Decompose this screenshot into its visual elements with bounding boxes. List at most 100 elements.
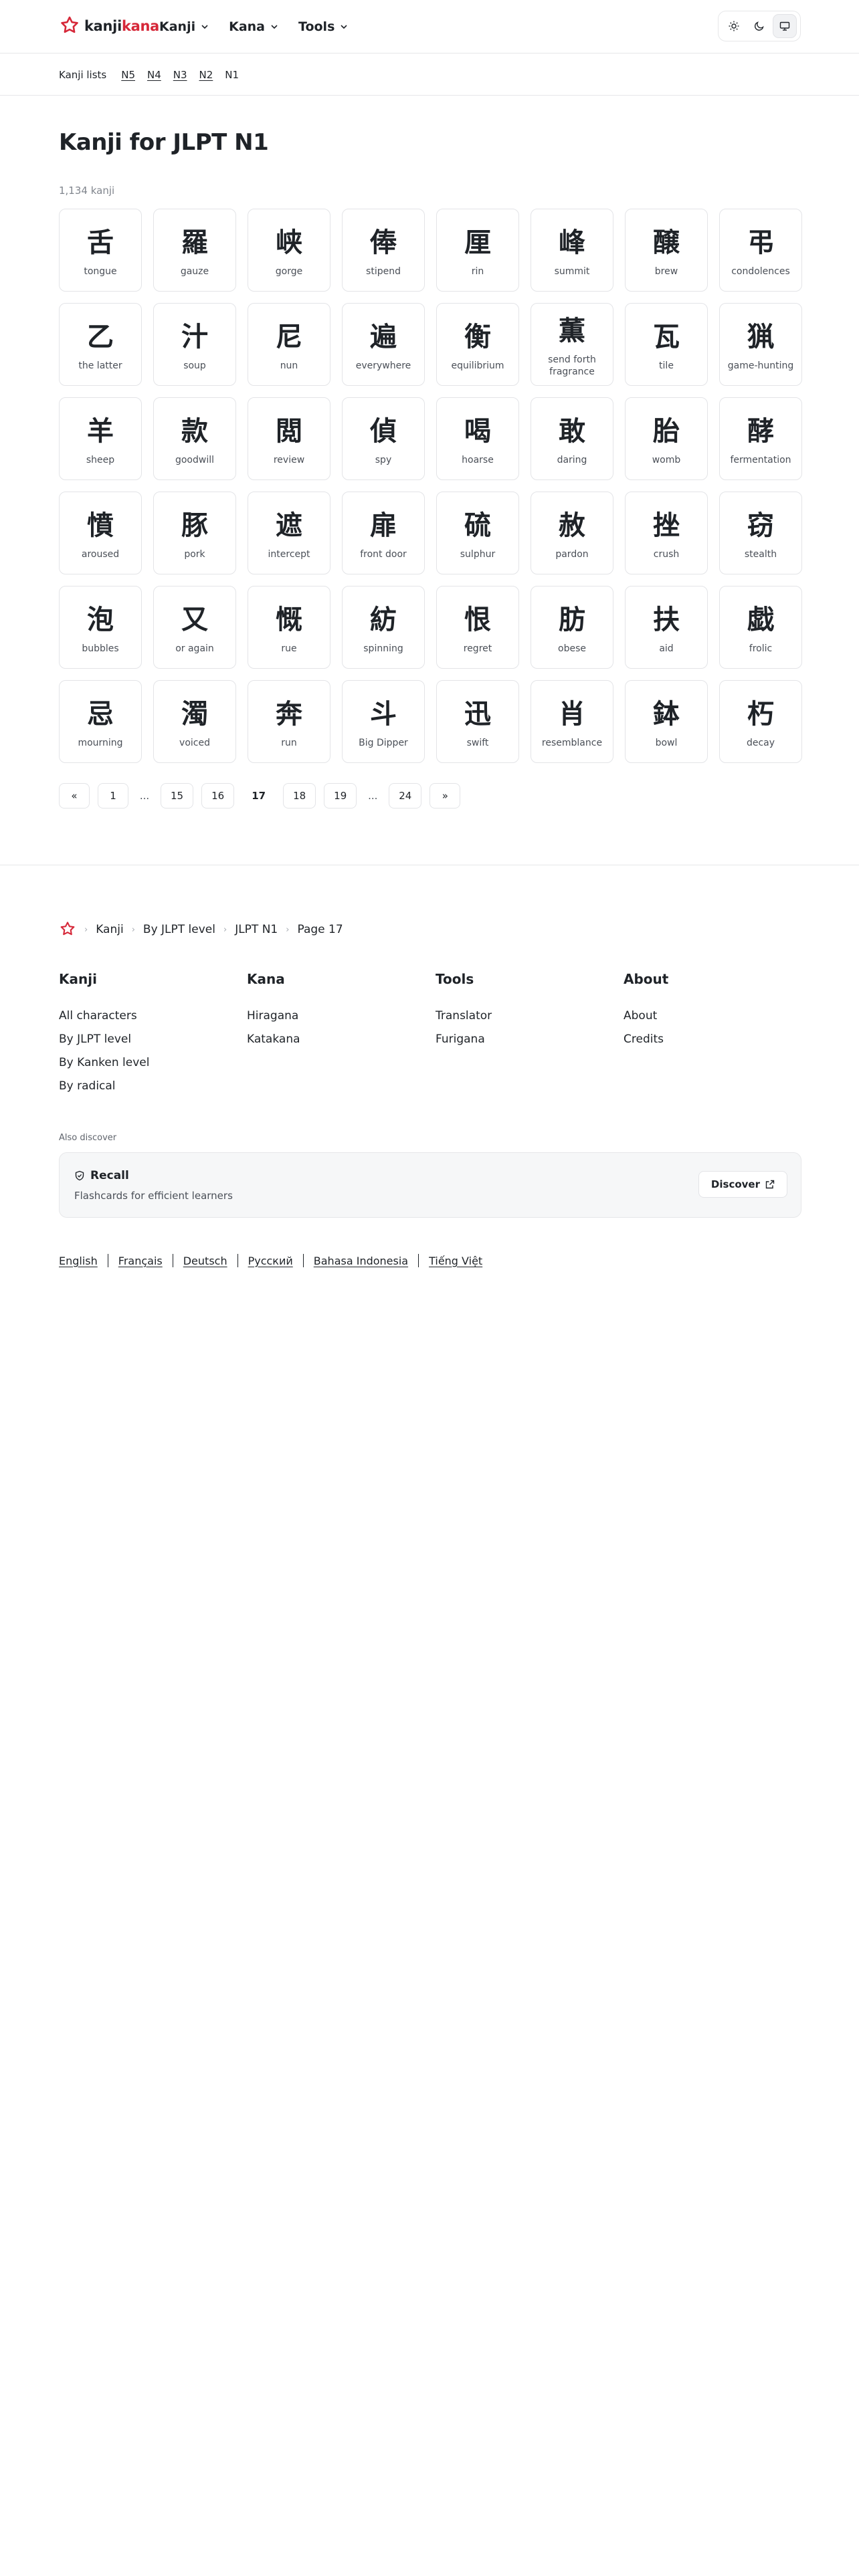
kanji-card[interactable]: 偵 spy	[342, 397, 425, 480]
kanji-card[interactable]: 舌 tongue	[59, 209, 142, 292]
kanji-meaning: pardon	[555, 549, 589, 560]
kanji-meaning: stipend	[366, 266, 401, 277]
kanji-card[interactable]: 赦 pardon	[531, 492, 613, 574]
kanji-card[interactable]: 硫 sulphur	[436, 492, 519, 574]
footer-link-by-kanken-level[interactable]: By Kanken level	[59, 1051, 233, 1075]
kanji-card[interactable]: 扉 front door	[342, 492, 425, 574]
footer-link-about[interactable]: About	[624, 1004, 797, 1028]
kanji-card[interactable]: 乙 the latter	[59, 303, 142, 386]
kanji-card[interactable]: 紡 spinning	[342, 586, 425, 669]
kanji-card[interactable]: 忌 mourning	[59, 680, 142, 763]
kanji-card[interactable]: 豚 pork	[153, 492, 236, 574]
footer-link-furigana[interactable]: Furigana	[436, 1028, 609, 1051]
kanji-card[interactable]: 泡 bubbles	[59, 586, 142, 669]
breadcrumb-kanji[interactable]: Kanji	[96, 923, 124, 936]
level-link-n4[interactable]: N4	[147, 69, 161, 81]
footer-link-by-jlpt-level[interactable]: By JLPT level	[59, 1028, 233, 1051]
theme-system-button[interactable]	[773, 14, 797, 38]
kanji-card[interactable]: 肖 resemblance	[531, 680, 613, 763]
chevron-down-icon	[271, 25, 278, 29]
kanji-card[interactable]: 奔 run	[248, 680, 330, 763]
pagination-page-18[interactable]: 18	[283, 783, 316, 809]
kanji-card[interactable]: 汁 soup	[153, 303, 236, 386]
nav-kanji[interactable]: Kanji	[159, 17, 209, 36]
kanji-card[interactable]: 尼 nun	[248, 303, 330, 386]
kanji-card[interactable]: 俸 stipend	[342, 209, 425, 292]
kanji-card[interactable]: 遍 everywhere	[342, 303, 425, 386]
language-link-french[interactable]: Français	[118, 1255, 163, 1267]
kanji-card[interactable]: 猟 game-hunting	[719, 303, 802, 386]
kanji-card[interactable]: 瓦 tile	[625, 303, 708, 386]
flower-logo-icon	[61, 16, 78, 33]
discover-button[interactable]: Discover	[698, 1171, 787, 1198]
kanji-card[interactable]: 恨 regret	[436, 586, 519, 669]
pagination-page-15[interactable]: 15	[161, 783, 194, 809]
kanji-character: 慨	[276, 605, 302, 635]
nav-kana[interactable]: Kana	[229, 17, 278, 36]
kanji-card[interactable]: 厘 rin	[436, 209, 519, 292]
breadcrumb-separator: ›	[84, 924, 88, 935]
pagination-page-16[interactable]: 16	[201, 783, 235, 809]
footer-link-hiragana[interactable]: Hiragana	[247, 1004, 421, 1028]
kanji-card[interactable]: 又 or again	[153, 586, 236, 669]
kanji-meaning: Big Dipper	[359, 738, 408, 748]
theme-dark-button[interactable]	[747, 14, 771, 38]
kanji-card[interactable]: 羊 sheep	[59, 397, 142, 480]
kanji-card[interactable]: 憤 aroused	[59, 492, 142, 574]
kanji-lists-label: Kanji lists	[59, 68, 107, 81]
footer-link-by-radical[interactable]: By radical	[59, 1075, 233, 1098]
breadcrumb-jlpt-n1[interactable]: JLPT N1	[235, 923, 278, 936]
kanji-card[interactable]: 弔 condolences	[719, 209, 802, 292]
kanji-card[interactable]: 遮 intercept	[248, 492, 330, 574]
kanji-card[interactable]: 羅 gauze	[153, 209, 236, 292]
pagination-page-24[interactable]: 24	[389, 783, 422, 809]
kanji-character: 峡	[276, 227, 302, 258]
kanji-card[interactable]: 薫 send forth fragrance	[531, 303, 613, 386]
kanji-card[interactable]: 朽 decay	[719, 680, 802, 763]
flower-logo-icon[interactable]	[59, 921, 76, 938]
kanji-card[interactable]: 峡 gorge	[248, 209, 330, 292]
kanji-card[interactable]: 戯 frolic	[719, 586, 802, 669]
kanji-card[interactable]: 濁 voiced	[153, 680, 236, 763]
breadcrumb-jlpt-level[interactable]: By JLPT level	[143, 923, 215, 936]
pagination-prev[interactable]: «	[59, 783, 90, 809]
language-link-russian[interactable]: Русский	[248, 1255, 293, 1267]
footer-link-katakana[interactable]: Katakana	[247, 1028, 421, 1051]
language-separator	[237, 1254, 238, 1267]
footer-link-translator[interactable]: Translator	[436, 1004, 609, 1028]
pagination-page-19[interactable]: 19	[324, 783, 357, 809]
language-link-vietnamese[interactable]: Tiếng Việt	[429, 1255, 482, 1267]
kanji-card[interactable]: 肪 obese	[531, 586, 613, 669]
level-link-n3[interactable]: N3	[173, 69, 187, 81]
kanji-card[interactable]: 鉢 bowl	[625, 680, 708, 763]
language-link-german[interactable]: Deutsch	[183, 1255, 227, 1267]
language-link-indonesian[interactable]: Bahasa Indonesia	[314, 1255, 408, 1267]
kanji-card[interactable]: 款 goodwill	[153, 397, 236, 480]
kanji-card[interactable]: 閲 review	[248, 397, 330, 480]
language-link-english[interactable]: English	[59, 1255, 98, 1267]
kanji-card[interactable]: 敢 daring	[531, 397, 613, 480]
nav-tools[interactable]: Tools	[298, 17, 348, 36]
kanji-card[interactable]: 窃 stealth	[719, 492, 802, 574]
kanji-card[interactable]: 胎 womb	[625, 397, 708, 480]
kanji-card[interactable]: 慨 rue	[248, 586, 330, 669]
kanji-character: 喝	[464, 416, 491, 447]
kanji-card[interactable]: 醸 brew	[625, 209, 708, 292]
level-link-n2[interactable]: N2	[199, 69, 213, 81]
kanji-card[interactable]: 峰 summit	[531, 209, 613, 292]
external-link-icon	[765, 1180, 775, 1189]
logo-link[interactable]: kanjikana	[59, 15, 159, 37]
kanji-card[interactable]: 迅 swift	[436, 680, 519, 763]
kanji-card[interactable]: 扶 aid	[625, 586, 708, 669]
pagination-page-1[interactable]: 1	[98, 783, 128, 809]
level-link-n5[interactable]: N5	[121, 69, 135, 81]
kanji-card[interactable]: 挫 crush	[625, 492, 708, 574]
kanji-card[interactable]: 喝 hoarse	[436, 397, 519, 480]
kanji-card[interactable]: 衡 equilibrium	[436, 303, 519, 386]
footer-link-all-characters[interactable]: All characters	[59, 1004, 233, 1028]
footer-link-credits[interactable]: Credits	[624, 1028, 797, 1051]
theme-light-button[interactable]	[722, 14, 746, 38]
pagination-next[interactable]: »	[430, 783, 461, 809]
kanji-card[interactable]: 斗 Big Dipper	[342, 680, 425, 763]
kanji-card[interactable]: 酵 fermentation	[719, 397, 802, 480]
